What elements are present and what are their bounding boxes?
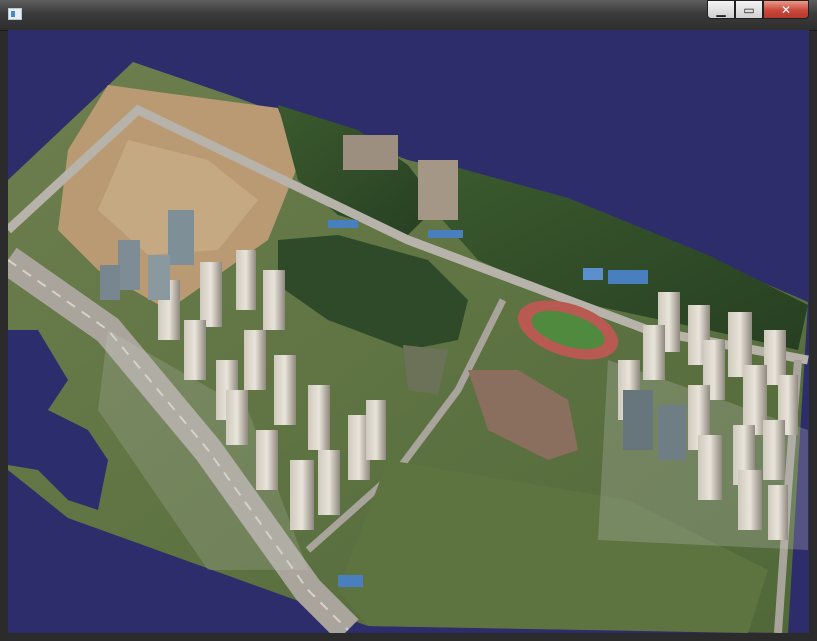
window-bottom-border: [0, 633, 817, 641]
3d-viewport[interactable]: [8, 30, 809, 633]
window-controls: ▁ ▭ ✕: [707, 0, 809, 20]
minimize-button[interactable]: ▁: [707, 0, 735, 19]
maximize-icon: ▭: [743, 2, 755, 17]
maximize-button[interactable]: ▭: [735, 0, 763, 19]
blue-roof-shed: [608, 270, 648, 284]
app-icon[interactable]: [8, 8, 22, 20]
application-window: ▁ ▭ ✕: [0, 0, 817, 641]
title-bar[interactable]: ▁ ▭ ✕: [0, 0, 817, 31]
minimize-icon: ▁: [716, 2, 726, 17]
village-houses: [343, 135, 398, 170]
close-button[interactable]: ✕: [763, 0, 809, 19]
close-icon: ✕: [780, 2, 792, 17]
city-model-render[interactable]: [8, 30, 809, 633]
